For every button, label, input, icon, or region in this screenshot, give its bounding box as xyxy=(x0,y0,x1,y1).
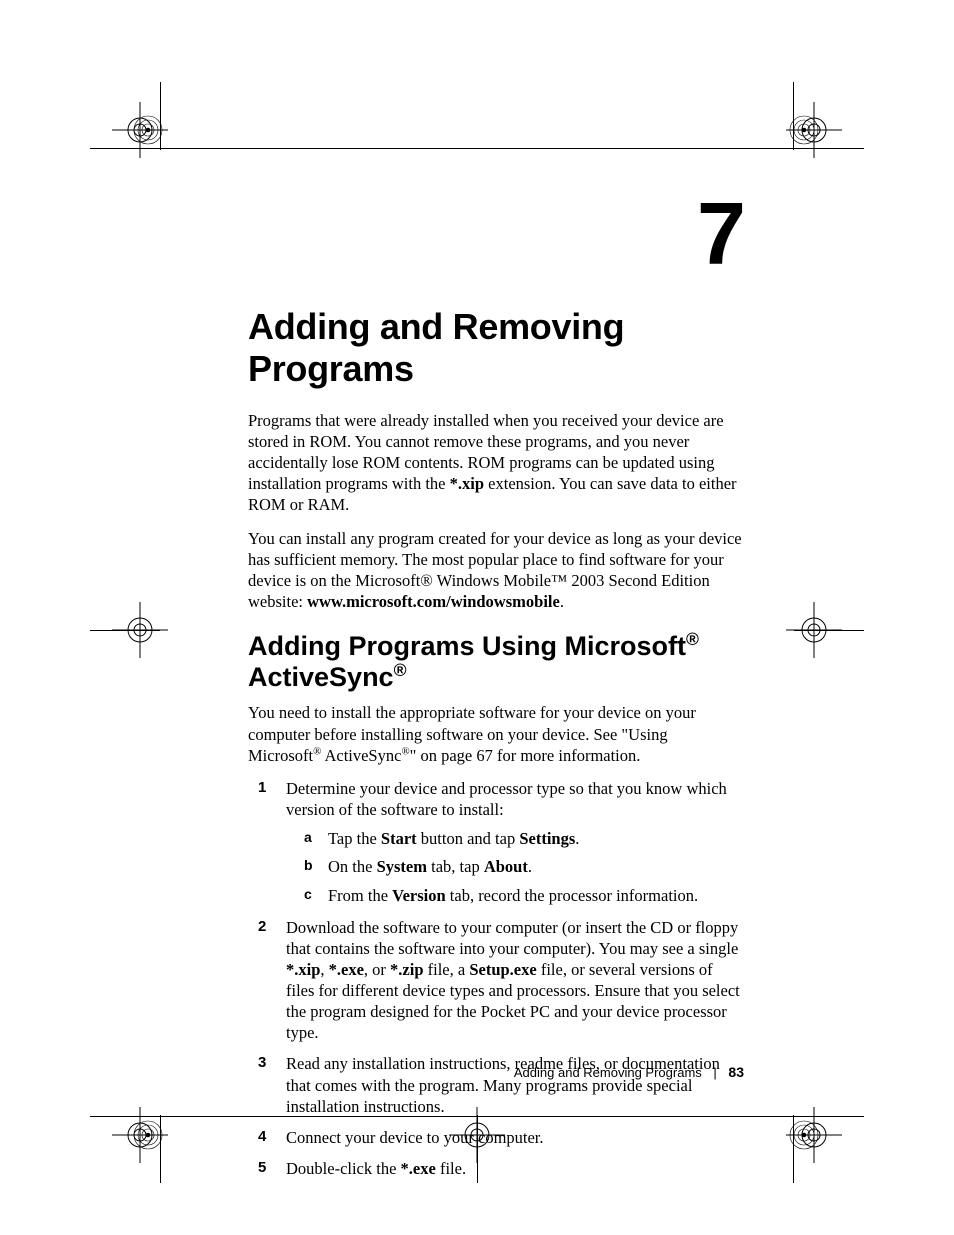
substep-item: On the System tab, tap About. xyxy=(316,856,744,878)
substep-item: Tap the Start button and tap Settings. xyxy=(316,828,744,850)
sunburst-icon xyxy=(130,112,166,148)
sunburst-icon xyxy=(130,1117,166,1153)
intro-paragraph: Programs that were already installed whe… xyxy=(248,410,744,516)
intro-paragraph: You can install any program created for … xyxy=(248,528,744,612)
step-item: Read any installation instructions, read… xyxy=(270,1053,744,1116)
frame-line xyxy=(90,148,864,149)
section-intro: You need to install the appropriate soft… xyxy=(248,702,744,765)
step-text: Determine your device and processor type… xyxy=(286,779,727,819)
page: 7 Adding and Removing Programs Programs … xyxy=(0,0,954,1235)
substep-list: Tap the Start button and tap Settings. O… xyxy=(286,828,744,907)
frame-line xyxy=(90,630,160,631)
sunburst-icon xyxy=(786,112,822,148)
chapter-title: Adding and Removing Programs xyxy=(248,306,744,390)
frame-line xyxy=(794,630,864,631)
step-item: Double-click the *.exe file. xyxy=(270,1158,744,1179)
sunburst-icon xyxy=(786,1117,822,1153)
substep-item: From the Version tab, record the process… xyxy=(316,885,744,907)
step-item: Determine your device and processor type… xyxy=(270,778,744,907)
content-area: 7 Adding and Removing Programs Programs … xyxy=(248,190,744,1189)
chapter-number: 7 xyxy=(248,190,744,278)
step-list: Determine your device and processor type… xyxy=(248,778,744,1179)
page-footer: Adding and Removing Programs | 83 xyxy=(514,1064,744,1080)
step-item: Download the software to your computer (… xyxy=(270,917,744,1044)
footer-section: Adding and Removing Programs xyxy=(514,1065,702,1080)
section-heading: Adding Programs Using Microsoft® ActiveS… xyxy=(248,630,744,692)
step-item: Connect your device to your computer. xyxy=(270,1127,744,1148)
footer-separator: | xyxy=(713,1065,716,1080)
page-number: 83 xyxy=(728,1064,744,1080)
